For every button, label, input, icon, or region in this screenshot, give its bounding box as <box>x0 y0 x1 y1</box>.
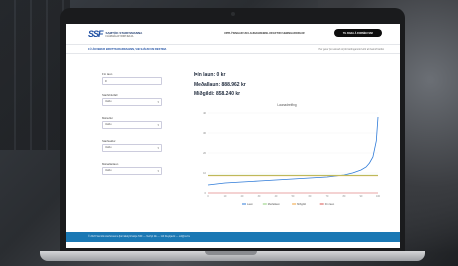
x-tick-label: 40 <box>275 195 278 198</box>
sub-bar: ÞÚ ÁKVEÐUR BROTTFARARDAGINN, VIÐ SJÁUM U… <box>66 44 400 54</box>
camera-icon <box>231 12 235 16</box>
results-panel: Þín laun: 0 kr Meðallaun: 888.962 kr Mið… <box>194 72 246 101</box>
back-to-home-button[interactable]: TIL BAKA Á FORSÍÐU SSF <box>334 29 382 37</box>
average-pay-result: Meðallaun: 888.962 kr <box>194 81 246 88</box>
chevron-down-icon: ▾ <box>157 146 159 150</box>
header-promo-text: UPPLÝSINGAR UM LAUNAGREIÐSLUR EFTIR FÆÐI… <box>224 32 305 35</box>
y-tick-label: 40 <box>203 111 206 115</box>
field4-value: Veldu <box>105 146 112 149</box>
ssf-logo[interactable]: SSF SAMTÖK STARFSMANNA FJÁRMÁLAFYRIRTÆKJ… <box>88 29 142 39</box>
x-tick-label: 100 <box>376 195 380 198</box>
footer-bar: © 2023 Samtök starfsmanna fjármálafyrirt… <box>66 232 400 242</box>
x-tick-label: 70 <box>326 195 329 198</box>
series-line <box>207 116 379 186</box>
legend-label: Miðgildi <box>297 201 306 206</box>
field5-select[interactable]: Veldu ▾ <box>102 167 162 175</box>
legend-label: Laun <box>247 202 253 206</box>
x-tick-label: 60 <box>309 195 312 198</box>
field5-value: Veldu <box>105 169 112 172</box>
chevron-down-icon: ▾ <box>157 169 159 173</box>
y-tick-label: 10 <box>203 171 206 175</box>
field4-select[interactable]: Veldu ▾ <box>102 144 162 152</box>
chevron-down-icon: ▾ <box>157 100 159 104</box>
subbar-tagline: ÞÚ ÁKVEÐUR BROTTFARARDAGINN, VIÐ SJÁUM U… <box>88 47 167 51</box>
field2-value: Veldu <box>105 100 112 103</box>
field3-label: Mánuður <box>102 116 114 120</box>
field4-label: Starfsaldur <box>102 139 116 143</box>
legend-label: Þín laun <box>325 202 335 206</box>
subbar-description: Hér getur þú reiknað út þitt fæðingarorl… <box>318 47 384 51</box>
x-tick-label: 30 <box>258 195 261 198</box>
your-pay-result: Þín laun: 0 kr <box>194 72 226 78</box>
footer-text: © 2023 Samtök starfsmanna fjármálafyrirt… <box>88 235 190 238</box>
chevron-down-icon: ▾ <box>157 123 159 127</box>
y-tick-label: 30 <box>203 131 206 135</box>
top-bar: SSF SAMTÖK STARFSMANNA FJÁRMÁLAFYRIRTÆKJ… <box>66 24 400 44</box>
logo-text: SAMTÖK STARFSMANNA FJÁRMÁLAFYRIRTÆKJA <box>106 31 143 38</box>
logo-line-2: FJÁRMÁLAFYRIRTÆKJA <box>105 34 134 38</box>
field2-select[interactable]: Veldu ▾ <box>102 98 162 106</box>
y-tick-label: 0 <box>205 191 207 195</box>
x-tick-label: 0 <box>207 195 209 198</box>
x-tick-label: 10 <box>224 195 227 198</box>
laptop-screen: SSF SAMTÖK STARFSMANNA FJÁRMÁLAFYRIRTÆKJ… <box>66 24 400 248</box>
field2-label: Starfshlutfall <box>102 93 118 97</box>
median-pay-result: Miðgildi: 858.240 kr <box>194 91 241 97</box>
field3-select[interactable]: Veldu ▾ <box>102 121 162 129</box>
x-tick-label: 80 <box>343 195 346 198</box>
pay-label: Þín laun <box>102 72 113 76</box>
legend-label: Meðallaun <box>268 201 281 206</box>
field3-value: Veldu <box>105 123 112 126</box>
field5-label: Mánaðarlaun <box>102 162 119 166</box>
laptop-notch <box>205 251 257 255</box>
salary-distribution-chart: Launadreifing 0 10 20 30 40 0 10 20 30 40 50 60 70 80… <box>194 103 380 223</box>
x-tick-label: 90 <box>360 195 363 198</box>
x-tick-label: 50 <box>292 195 295 198</box>
pay-input[interactable]: 0 <box>102 77 162 85</box>
chart-svg: 0102030400 10 20 30 40 50 60 70 80 90 100Laun Meðal… <box>203 111 380 206</box>
y-tick-label: 20 <box>203 151 206 155</box>
x-tick-label: 20 <box>241 195 244 198</box>
logo-mark: SSF <box>88 29 103 39</box>
calculator-form: Þín laun 0 Starfshlutfall Veldu ▾ Mánuðu… <box>102 72 162 185</box>
